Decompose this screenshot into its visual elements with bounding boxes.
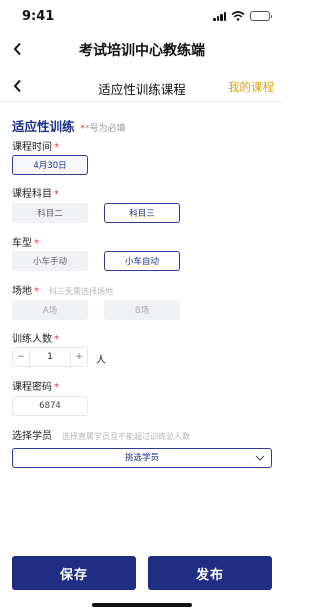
status-icons	[213, 11, 272, 21]
required-note: **号为必填	[80, 124, 126, 134]
subject-option-2[interactable]: 科目二	[12, 203, 88, 223]
app-title: 考试培训中心教练端	[79, 43, 205, 59]
password-label: 课程密码 *	[12, 382, 59, 393]
venue-label: 场地 * 科三无需选择场地	[12, 286, 113, 297]
course-date-picker[interactable]: 4月30日	[12, 155, 88, 175]
car-type-label: 车型 *	[12, 238, 39, 249]
wifi-icon	[231, 11, 245, 21]
venue-option-b[interactable]: B场	[104, 300, 180, 320]
venue-option-a[interactable]: A场	[12, 300, 88, 320]
my-courses-link[interactable]: 我的课程	[228, 79, 274, 95]
nav-bar: 适应性训练课程 我的课程	[0, 72, 284, 102]
trainees-label: 训练人数 *	[12, 334, 59, 345]
students-hint: 选择直属学员且不能超过训练总人数	[62, 432, 190, 441]
status-time: 9:41	[22, 9, 55, 24]
section-title: 适应性训练	[12, 119, 75, 134]
home-indicator	[92, 603, 192, 607]
subject-label: 课程科目 *	[12, 189, 59, 200]
student-select-label: 挑选学员	[124, 453, 159, 463]
students-label: 选择学员 选择直属学员且不能超过训练总人数	[12, 431, 190, 442]
trainees-value[interactable]: 1	[29, 348, 71, 366]
status-bar: 9:41	[0, 0, 284, 34]
save-button[interactable]: 保存	[12, 556, 136, 590]
trainees-stepper: − 1 +	[12, 347, 88, 367]
student-select[interactable]: 挑选学员	[12, 448, 272, 468]
publish-button[interactable]: 发布	[148, 556, 272, 590]
battery-icon	[250, 11, 272, 21]
increment-button[interactable]: +	[71, 348, 87, 366]
venue-hint: 科三无需选择场地	[49, 287, 113, 296]
signal-icon	[213, 11, 226, 21]
decrement-button[interactable]: −	[13, 348, 29, 366]
course-time-label: 课程时间 *	[12, 142, 59, 153]
section-header: 适应性训练 **号为必填	[12, 116, 126, 135]
car-auto-option[interactable]: 小车自动	[104, 251, 180, 271]
chevron-down-icon	[255, 455, 265, 461]
subject-option-3[interactable]: 科目三	[104, 203, 180, 223]
car-manual-option[interactable]: 小车手动	[12, 251, 88, 271]
trainees-unit: 人	[96, 355, 106, 366]
course-password-field[interactable]: 6874	[12, 396, 88, 416]
app-header: 考试培训中心教练端	[0, 34, 284, 64]
